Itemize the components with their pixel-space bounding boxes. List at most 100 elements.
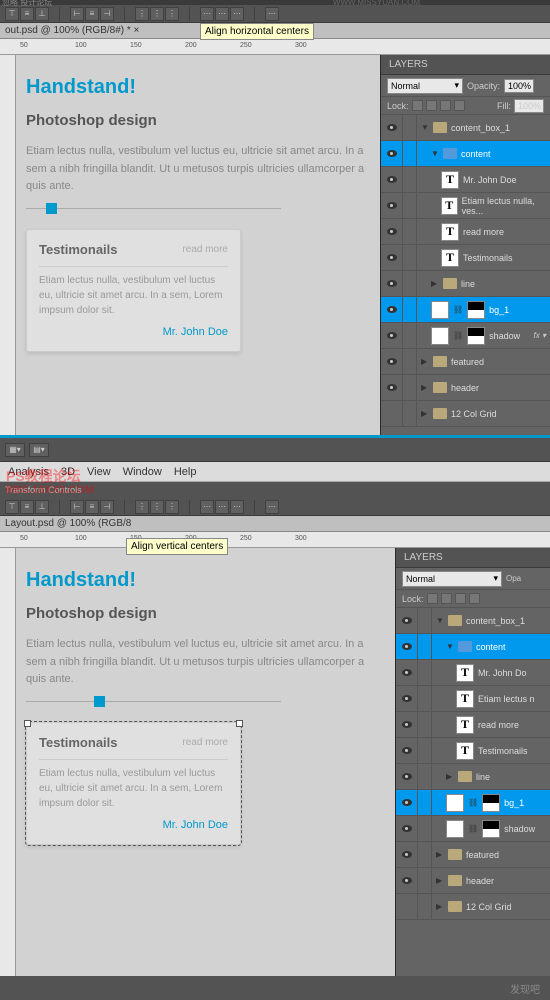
expand-arrow-icon[interactable]: ▶: [421, 409, 429, 418]
lock-position-icon[interactable]: [455, 593, 466, 604]
distribute-icon[interactable]: ⋮: [165, 7, 179, 21]
layer-row[interactable]: ▶line: [396, 764, 550, 790]
visibility-toggle[interactable]: [381, 219, 403, 244]
layer-row[interactable]: ▶featured: [381, 349, 550, 375]
layer-name[interactable]: 12 Col Grid: [451, 409, 497, 419]
layer-row[interactable]: ▼ content_box_1: [396, 608, 550, 634]
menu-item[interactable]: View: [87, 466, 111, 478]
distribute-icon[interactable]: ⋮: [135, 7, 149, 21]
expand-arrow-icon[interactable]: ▼: [446, 642, 454, 651]
layer-name[interactable]: bg_1: [504, 798, 524, 808]
lock-all-icon[interactable]: [454, 100, 465, 111]
visibility-toggle[interactable]: [381, 349, 403, 374]
lock-position-icon[interactable]: [440, 100, 451, 111]
align-left-icon[interactable]: ⊢: [70, 500, 84, 514]
blend-mode-select[interactable]: Normal▾: [387, 78, 463, 94]
layer-name[interactable]: line: [461, 279, 475, 289]
canvas[interactable]: Handstand! Photoshop design Etiam lectus…: [16, 548, 395, 976]
layer-row[interactable]: TMr. John Doe: [381, 167, 550, 193]
distribute-icon[interactable]: ⋮: [165, 500, 179, 514]
expand-arrow-icon[interactable]: ▶: [436, 902, 444, 911]
visibility-toggle[interactable]: [381, 115, 403, 140]
visibility-toggle[interactable]: [381, 323, 403, 348]
align-right-icon[interactable]: ⊣: [100, 7, 114, 21]
layer-row[interactable]: ▶ 12 Col Grid: [396, 894, 550, 920]
layer-row[interactable]: TMr. John Do: [396, 660, 550, 686]
align-vcenter-icon[interactable]: ≡: [20, 7, 34, 21]
align-left-icon[interactable]: ⊢: [70, 7, 84, 21]
layer-name[interactable]: read more: [463, 227, 504, 237]
testimonial-card[interactable]: Testimonails read more Etiam lectus null…: [26, 722, 241, 845]
expand-arrow-icon[interactable]: ▶: [431, 279, 439, 288]
align-right-icon[interactable]: ⊣: [100, 500, 114, 514]
menu-item[interactable]: Window: [123, 466, 162, 478]
visibility-toggle[interactable]: [381, 271, 403, 296]
expand-arrow-icon[interactable]: ▶: [436, 850, 444, 859]
layer-row[interactable]: TEtiam lectus n: [396, 686, 550, 712]
layer-name[interactable]: content_box_1: [451, 123, 510, 133]
layer-name[interactable]: Testimonails: [463, 253, 513, 263]
slider-handle[interactable]: [94, 696, 105, 707]
lock-all-icon[interactable]: [469, 593, 480, 604]
read-more-link[interactable]: read more: [182, 735, 228, 751]
more-icon[interactable]: ⋯: [265, 7, 279, 21]
tool-icon[interactable]: ▦▾: [5, 443, 25, 457]
layer-name[interactable]: bg_1: [489, 305, 509, 315]
distribute-h-icon[interactable]: ⋯: [215, 7, 229, 21]
align-top-icon[interactable]: ⊤: [5, 7, 19, 21]
expand-arrow-icon[interactable]: ▶: [421, 383, 429, 392]
document-tab[interactable]: Layout.psd @ 100% (RGB/8: [0, 516, 550, 532]
slider-handle[interactable]: [46, 203, 57, 214]
layer-name[interactable]: header: [451, 383, 479, 393]
visibility-toggle[interactable]: [396, 790, 418, 815]
layer-name[interactable]: shadow: [489, 331, 520, 341]
layer-name[interactable]: Testimonails: [478, 746, 528, 756]
layer-name[interactable]: Etiam lectus nulla, ves...: [462, 196, 550, 216]
layer-row[interactable]: ▼ content: [396, 634, 550, 660]
canvas[interactable]: Handstand! Photoshop design Etiam lectus…: [16, 55, 380, 435]
distribute-h-icon[interactable]: ⋯: [200, 7, 214, 21]
layer-row[interactable]: TTestimonails: [381, 245, 550, 271]
tool-icon[interactable]: ▤▾: [29, 443, 49, 457]
layer-name[interactable]: 12 Col Grid: [466, 902, 512, 912]
layer-name[interactable]: content: [461, 149, 491, 159]
layer-row[interactable]: ▶featured: [396, 842, 550, 868]
blend-mode-select[interactable]: Normal▾: [402, 571, 502, 587]
distribute-h-icon[interactable]: ⋯: [230, 7, 244, 21]
fx-badge[interactable]: fx ▾: [534, 331, 546, 340]
layer-name[interactable]: Etiam lectus n: [478, 694, 535, 704]
expand-arrow-icon[interactable]: ▼: [436, 616, 444, 625]
visibility-toggle[interactable]: [396, 764, 418, 789]
visibility-toggle[interactable]: [396, 894, 418, 919]
layer-name[interactable]: content: [476, 642, 506, 652]
lock-transparency-icon[interactable]: [427, 593, 438, 604]
layer-name[interactable]: header: [466, 876, 494, 886]
visibility-toggle[interactable]: [396, 738, 418, 763]
layer-thumbnail[interactable]: [446, 820, 464, 838]
visibility-toggle[interactable]: [396, 712, 418, 737]
opacity-value[interactable]: 100%: [504, 79, 534, 93]
expand-arrow-icon[interactable]: ▶: [436, 876, 444, 885]
align-vcenter-icon[interactable]: ≡: [20, 500, 34, 514]
layer-name[interactable]: shadow: [504, 824, 535, 834]
align-hcenter-icon[interactable]: ≡: [85, 7, 99, 21]
visibility-toggle[interactable]: [381, 141, 403, 166]
distribute-icon[interactable]: ⋮: [150, 500, 164, 514]
layer-row[interactable]: ▼content_box_1: [381, 115, 550, 141]
lock-transparency-icon[interactable]: [412, 100, 423, 111]
layer-row[interactable]: ▶ 12 Col Grid: [381, 401, 550, 427]
layer-row[interactable]: ▶ header: [381, 375, 550, 401]
layer-row[interactable]: TTestimonails: [396, 738, 550, 764]
visibility-toggle[interactable]: [396, 608, 418, 633]
layer-name[interactable]: content_box_1: [466, 616, 525, 626]
lock-pixels-icon[interactable]: [441, 593, 452, 604]
layer-row[interactable]: ⛓shadow: [396, 816, 550, 842]
visibility-toggle[interactable]: [396, 816, 418, 841]
align-top-icon[interactable]: ⊤: [5, 500, 19, 514]
mask-thumbnail[interactable]: [482, 794, 500, 812]
mask-thumbnail[interactable]: [467, 301, 485, 319]
layer-name[interactable]: Mr. John Do: [478, 668, 527, 678]
layer-name[interactable]: Mr. John Doe: [463, 175, 517, 185]
layers-tab[interactable]: LAYERS: [381, 55, 550, 75]
mask-thumbnail[interactable]: [482, 820, 500, 838]
